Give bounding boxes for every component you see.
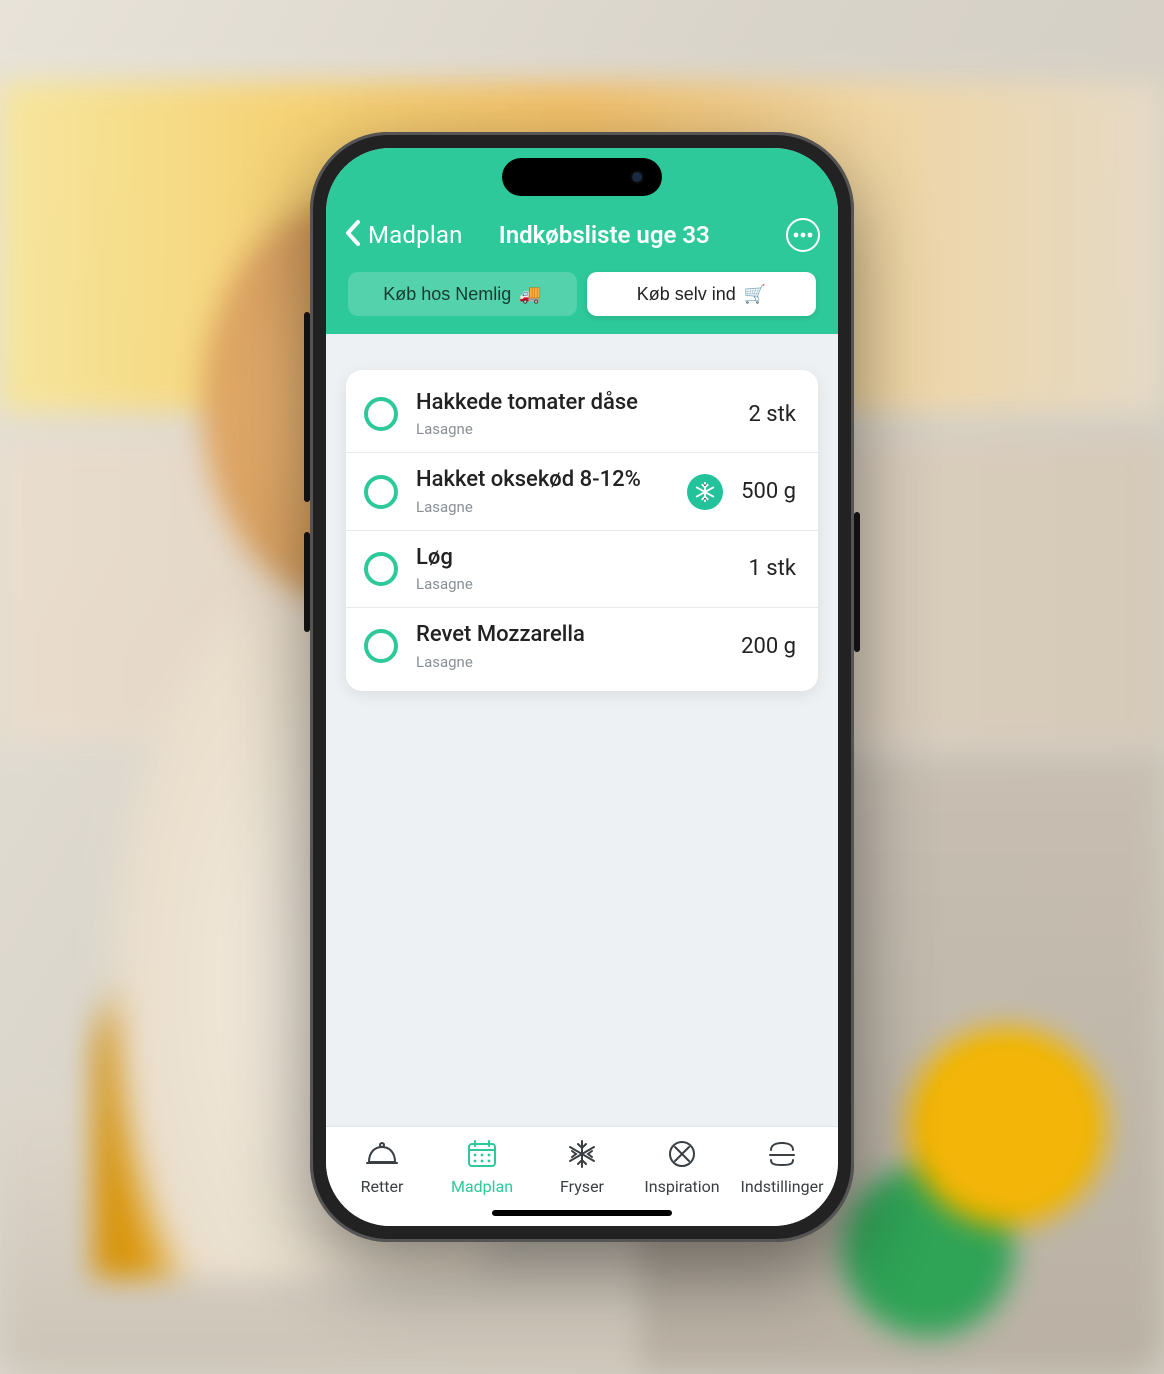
burger-icon (766, 1137, 798, 1171)
tab-fryser[interactable]: Fryser (532, 1137, 632, 1196)
tab-label: Indstillinger (741, 1177, 824, 1196)
item-name: Revet Mozzarella (416, 622, 723, 648)
list-item[interactable]: Løg Lasagne 1 stk (346, 530, 818, 607)
more-button[interactable] (786, 218, 820, 252)
item-quantity: 500 g (741, 479, 796, 504)
snowflake-icon (567, 1137, 597, 1171)
buy-nemlig-button[interactable]: Køb hos Nemlig 🚚 (348, 272, 577, 316)
item-quantity: 2 stk (748, 402, 796, 427)
freezer-badge (687, 474, 723, 510)
tab-retter[interactable]: Retter (332, 1137, 432, 1196)
item-source: Lasagne (416, 420, 730, 438)
dynamic-island (502, 158, 662, 196)
item-quantity: 1 stk (748, 556, 796, 581)
shopping-cart-icon: 🛒 (744, 284, 766, 305)
tab-indstillinger[interactable]: Indstillinger (732, 1137, 832, 1196)
tab-inspiration[interactable]: Inspiration (632, 1137, 732, 1196)
checkbox[interactable] (364, 552, 398, 586)
utensils-icon (667, 1137, 697, 1171)
checkbox[interactable] (364, 475, 398, 509)
shopping-list-card: Hakkede tomater dåse Lasagne 2 stk Hakke… (346, 370, 818, 691)
item-name: Hakket oksekød 8-12% (416, 467, 669, 493)
item-quantity: 200 g (741, 634, 796, 659)
list-item[interactable]: Revet Mozzarella Lasagne 200 g (346, 607, 818, 684)
delivery-truck-icon: 🚚 (519, 284, 541, 305)
cloche-icon (365, 1137, 399, 1171)
buy-self-button[interactable]: Køb selv ind 🛒 (587, 272, 816, 316)
checkbox[interactable] (364, 629, 398, 663)
tab-madplan[interactable]: Madplan (432, 1137, 532, 1196)
buy-nemlig-label: Køb hos Nemlig (383, 284, 511, 305)
checkbox[interactable] (364, 397, 398, 431)
item-source: Lasagne (416, 653, 723, 671)
more-icon (793, 232, 813, 238)
app-screen: Madplan Indkøbsliste uge 33 Køb hos Neml… (326, 148, 838, 1226)
item-source: Lasagne (416, 498, 669, 516)
page-title: Indkøbsliste uge 33 (429, 221, 780, 249)
snowflake-icon (694, 481, 716, 503)
tab-label: Madplan (451, 1177, 513, 1196)
item-name: Løg (416, 545, 730, 571)
list-item[interactable]: Hakkede tomater dåse Lasagne 2 stk (346, 376, 818, 452)
tab-label: Inspiration (644, 1177, 719, 1196)
tab-label: Fryser (560, 1177, 604, 1196)
tab-label: Retter (361, 1177, 404, 1196)
item-source: Lasagne (416, 575, 730, 593)
chevron-left-icon (344, 219, 362, 251)
calendar-icon (466, 1137, 498, 1171)
buy-self-label: Køb selv ind (637, 284, 736, 305)
home-indicator[interactable] (492, 1210, 672, 1216)
phone-frame: Madplan Indkøbsliste uge 33 Køb hos Neml… (310, 132, 854, 1242)
list-item[interactable]: Hakket oksekød 8-12% Lasagne (346, 452, 818, 529)
item-name: Hakkede tomater dåse (416, 390, 730, 416)
shopping-list-content[interactable]: Hakkede tomater dåse Lasagne 2 stk Hakke… (326, 334, 838, 1126)
purchase-segment: Køb hos Nemlig 🚚 Køb selv ind 🛒 (326, 272, 838, 316)
